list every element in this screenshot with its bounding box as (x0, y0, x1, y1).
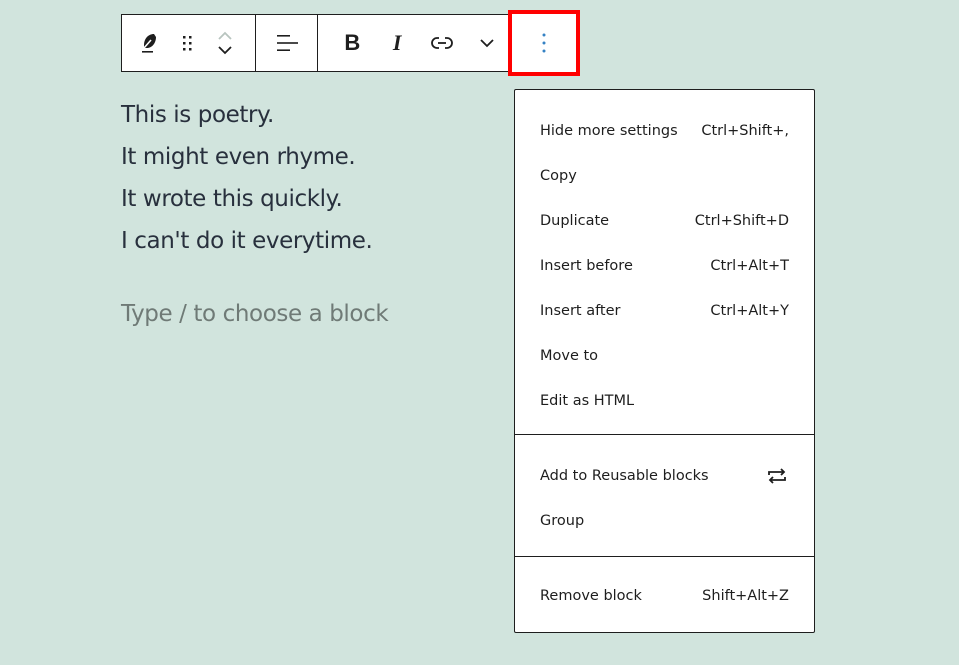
menu-item-insert-before[interactable]: Insert before Ctrl+Alt+T (515, 243, 814, 288)
menu-item-remove-block[interactable]: Remove block Shift+Alt+Z (515, 573, 814, 618)
link-button[interactable] (420, 15, 465, 71)
menu-item-shortcut: Ctrl+Alt+Y (710, 302, 789, 319)
options-button[interactable] (508, 10, 580, 76)
drag-dots-icon (183, 36, 192, 51)
menu-section-remove: Remove block Shift+Alt+Z (515, 557, 814, 618)
menu-item-label: Edit as HTML (540, 392, 635, 409)
toolbar-group-format: B I (318, 15, 510, 71)
menu-item-label: Hide more settings (540, 122, 678, 139)
menu-item-label: Insert before (540, 257, 633, 274)
menu-item-insert-after[interactable]: Insert after Ctrl+Alt+Y (515, 288, 814, 333)
menu-item-label: Remove block (540, 587, 642, 604)
menu-item-copy[interactable]: Copy (515, 153, 814, 198)
more-vertical-icon (542, 33, 546, 53)
menu-item-edit-as-html[interactable]: Edit as HTML (515, 378, 814, 423)
block-options-menu: Hide more settings Ctrl+Shift+, Copy Dup… (514, 89, 815, 633)
feather-icon (142, 34, 156, 53)
menu-item-label: Copy (540, 167, 577, 184)
menu-item-shortcut: Ctrl+Shift+D (694, 212, 789, 229)
menu-item-hide-more-settings[interactable]: Hide more settings Ctrl+Shift+, (515, 108, 814, 153)
menu-section-tools: Hide more settings Ctrl+Shift+, Copy Dup… (515, 90, 814, 435)
verse-line: It wrote this quickly. (121, 186, 343, 212)
block-appender-placeholder[interactable]: Type / to choose a block (121, 301, 389, 327)
menu-item-label: Duplicate (540, 212, 610, 229)
menu-item-duplicate[interactable]: Duplicate Ctrl+Shift+D (515, 198, 814, 243)
menu-item-label: Add to Reusable blocks (540, 467, 709, 484)
bold-button[interactable]: B (330, 15, 375, 71)
menu-item-label: Group (540, 512, 585, 529)
chevron-up-icon[interactable] (217, 31, 233, 41)
menu-item-label: Insert after (540, 302, 621, 319)
menu-item-label: Move to (540, 347, 599, 364)
menu-item-add-to-reusable-blocks[interactable]: Add to Reusable blocks (515, 453, 814, 498)
verse-line: It might even rhyme. (121, 144, 356, 170)
verse-line: I can't do it everytime. (121, 228, 373, 254)
toolbar-group-align (256, 15, 318, 71)
drag-handle[interactable] (168, 15, 206, 71)
menu-item-move-to[interactable]: Move to (515, 333, 814, 378)
menu-section-reusable: Add to Reusable blocks Group (515, 435, 814, 557)
toolbar-group-block (122, 15, 256, 71)
block-type-button[interactable] (130, 15, 168, 71)
italic-button[interactable]: I (375, 15, 420, 71)
menu-item-shortcut: Shift+Alt+Z (702, 587, 789, 604)
menu-item-shortcut: Ctrl+Alt+T (710, 257, 789, 274)
chevron-down-icon[interactable] (217, 45, 233, 55)
reusable-icon (768, 467, 786, 484)
chevron-down-icon (479, 39, 494, 48)
more-rich-text-button[interactable] (464, 15, 509, 71)
block-mover (206, 15, 244, 71)
align-left-icon (276, 35, 298, 51)
menu-item-shortcut: Ctrl+Shift+, (701, 122, 789, 139)
verse-block[interactable]: This is poetry. It might even rhyme. It … (121, 94, 373, 262)
verse-line: This is poetry. (121, 102, 274, 128)
link-icon (431, 37, 453, 49)
align-button[interactable] (275, 15, 299, 71)
menu-item-group[interactable]: Group (515, 498, 814, 543)
